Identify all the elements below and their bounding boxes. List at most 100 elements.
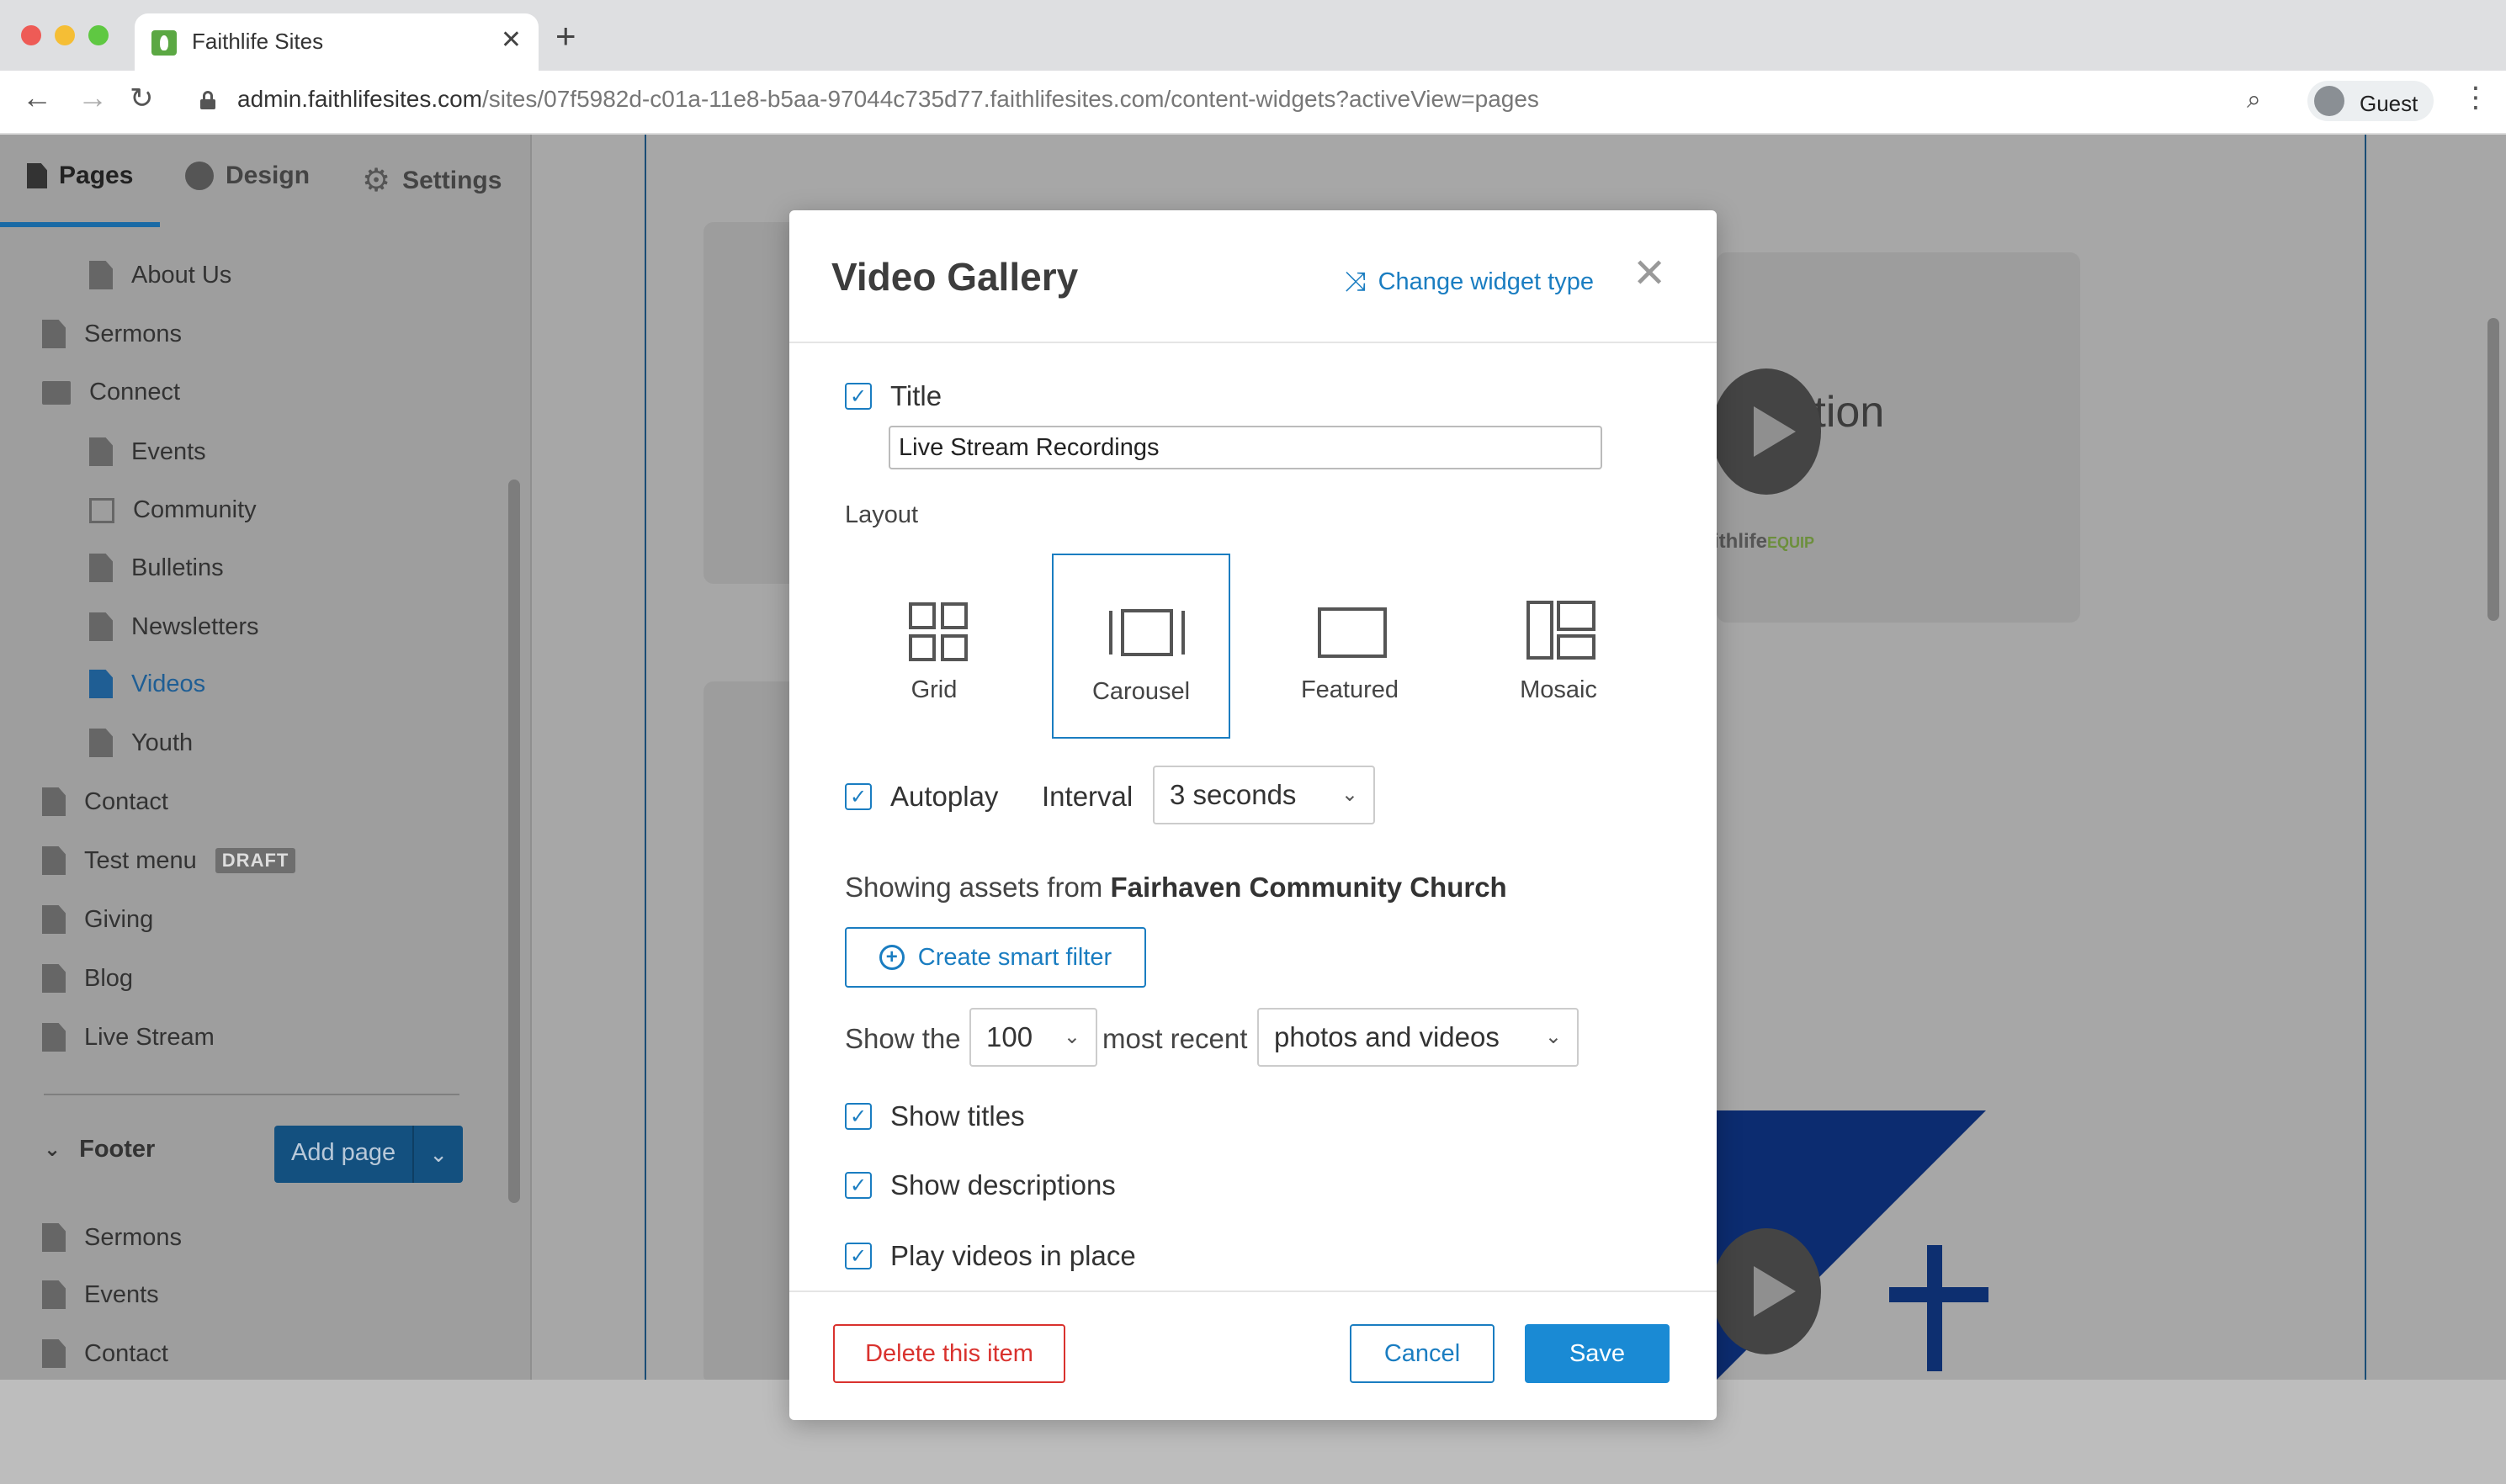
show-titles-toggle[interactable]: ✓ Show titles (845, 1100, 1025, 1132)
sidebar-item-about-us[interactable]: About Us (89, 261, 231, 289)
sidebar-item-bulletins[interactable]: Bulletins (89, 554, 224, 582)
page-icon (89, 437, 113, 466)
sidebar-item-connect[interactable]: Connect (42, 379, 180, 406)
page-icon (42, 846, 66, 875)
page-icon (42, 1223, 66, 1252)
asset-source-name: Fairhaven Community Church (1110, 872, 1507, 903)
sidebar-item-label: Contact (84, 787, 168, 815)
sidebar-scrollbar[interactable] (508, 480, 520, 1203)
sidebar-item-youth[interactable]: Youth (89, 729, 193, 757)
sidebar-item-giving[interactable]: Giving (42, 905, 153, 934)
page-icon (42, 1023, 66, 1052)
sidebar-item-newsletters[interactable]: Newsletters (89, 612, 259, 641)
sidebar-item-label: Sermons (84, 1223, 183, 1251)
sidebar-item-live-stream[interactable]: Live Stream (42, 1023, 215, 1052)
window-minimize-button[interactable] (55, 25, 75, 45)
faithlife-favicon-icon (151, 30, 177, 56)
profile-button[interactable]: Guest (2307, 81, 2434, 121)
interval-select[interactable]: 3 seconds ⌄ (1153, 766, 1375, 824)
url-host: admin.faithlifesites.com (237, 86, 483, 112)
menu-kebab-icon[interactable]: ⋮ (2461, 81, 2490, 114)
add-page-button[interactable]: Add page (274, 1126, 413, 1183)
media-type-select[interactable]: photos and videos ⌄ (1257, 1008, 1579, 1067)
show-titles-label: Show titles (890, 1100, 1025, 1132)
create-smart-filter-button[interactable]: + Create smart filter (845, 927, 1146, 988)
page-scrollbar[interactable] (2487, 318, 2499, 621)
title-toggle[interactable]: ✓ Title (845, 380, 942, 412)
layout-featured-option[interactable]: Featured (1261, 554, 1439, 739)
title-input[interactable] (889, 426, 1602, 469)
play-in-place-toggle[interactable]: ✓ Play videos in place (845, 1240, 1136, 1272)
footer-item-events[interactable]: Events (42, 1280, 159, 1309)
tab-design[interactable]: Design (185, 162, 310, 190)
footer-item-contact[interactable]: Contact (42, 1339, 168, 1368)
delete-item-button[interactable]: Delete this item (833, 1324, 1065, 1383)
sidebar-item-label: Live Stream (84, 1023, 215, 1051)
change-widget-type-link[interactable]: ⤨ Change widget type (1345, 266, 1594, 298)
window-zoom-button[interactable] (88, 25, 109, 45)
show-the-label: Show the (845, 1023, 961, 1054)
show-descriptions-checkbox[interactable]: ✓ (845, 1172, 872, 1199)
tab-pages[interactable]: Pages (27, 162, 133, 190)
dialog-header: Video Gallery ⤨ Change widget type ✕ (789, 210, 1717, 343)
forward-icon[interactable]: → (77, 82, 108, 113)
active-tab-indicator (0, 222, 160, 227)
sidebar-item-community[interactable]: Community (89, 496, 257, 524)
page-icon (42, 905, 66, 934)
play-in-place-label: Play videos in place (890, 1240, 1136, 1271)
zoom-icon[interactable]: ⌕ (2247, 86, 2261, 114)
page-icon (89, 729, 113, 757)
reload-icon[interactable]: ↻ (130, 84, 154, 113)
column-guide-left (645, 135, 646, 1380)
background-brand-text: ithlifeEQUIP (1713, 530, 1814, 554)
tab-close-icon[interactable]: ✕ (501, 25, 522, 55)
interval-value: 3 seconds (1170, 779, 1297, 810)
layout-mosaic-option[interactable]: Mosaic (1469, 554, 1648, 739)
show-titles-checkbox[interactable]: ✓ (845, 1103, 872, 1130)
count-select[interactable]: 100 ⌄ (969, 1008, 1097, 1067)
sidebar-item-videos[interactable]: Videos (89, 670, 205, 698)
footer-section-toggle[interactable]: ⌄ Footer (44, 1136, 155, 1163)
window-close-button[interactable] (21, 25, 41, 45)
sidebar-item-label: About Us (131, 261, 232, 289)
page-icon (42, 1339, 66, 1368)
tab-design-label: Design (226, 162, 311, 189)
layout-carousel-option[interactable]: Carousel (1052, 554, 1230, 739)
sidebar-tabs: Pages Design ⚙ Settings (0, 135, 530, 227)
autoplay-checkbox[interactable]: ✓ (845, 783, 872, 810)
sidebar-item-sermons[interactable]: Sermons (42, 320, 182, 348)
sidebar-item-label: Test menu (84, 846, 197, 874)
layout-option-label: Carousel (1091, 678, 1191, 705)
autoplay-toggle[interactable]: ✓ Autoplay (845, 781, 998, 813)
show-descriptions-toggle[interactable]: ✓ Show descriptions (845, 1169, 1116, 1201)
tab-settings[interactable]: ⚙ Settings (362, 162, 502, 199)
back-icon[interactable]: ← (22, 82, 52, 113)
browser-tab[interactable]: Faithlife Sites ✕ (135, 13, 539, 71)
status-badge: DRAFT (215, 848, 296, 873)
cancel-button[interactable]: Cancel (1350, 1324, 1495, 1383)
sidebar-item-test-menu[interactable]: Test menu DRAFT (42, 846, 296, 875)
play-icon (1712, 1228, 1821, 1354)
asset-source-text: Showing assets from Fairhaven Community … (845, 872, 1507, 904)
address-bar[interactable]: admin.faithlifesites.com/sites/07f5982d-… (237, 86, 1539, 113)
cross-icon-bar (1889, 1287, 1988, 1302)
footer-item-sermons[interactable]: Sermons (42, 1223, 182, 1252)
sidebar-item-label: Events (84, 1280, 159, 1308)
save-button[interactable]: Save (1525, 1324, 1670, 1383)
add-page-split-button: Add page ⌄ (274, 1126, 464, 1183)
close-icon[interactable]: ✕ (1633, 254, 1666, 294)
layout-grid-option[interactable]: Grid (845, 554, 1023, 739)
add-page-menu-button[interactable]: ⌄ (412, 1126, 464, 1183)
tab-title: Faithlife Sites (192, 29, 324, 54)
chevron-down-icon: ⌄ (1063, 1026, 1080, 1048)
sidebar-item-events[interactable]: Events (89, 437, 206, 466)
page-icon (89, 670, 113, 698)
new-tab-button[interactable]: + (555, 19, 576, 54)
sidebar-item-blog[interactable]: Blog (42, 964, 133, 993)
sidebar-item-contact[interactable]: Contact (42, 787, 168, 816)
media-type-value: photos and videos (1274, 1021, 1500, 1052)
chevron-down-icon: ⌄ (1544, 1026, 1562, 1048)
swap-icon: ⤨ (1345, 266, 1367, 296)
title-checkbox[interactable]: ✓ (845, 383, 872, 410)
play-in-place-checkbox[interactable]: ✓ (845, 1243, 872, 1269)
